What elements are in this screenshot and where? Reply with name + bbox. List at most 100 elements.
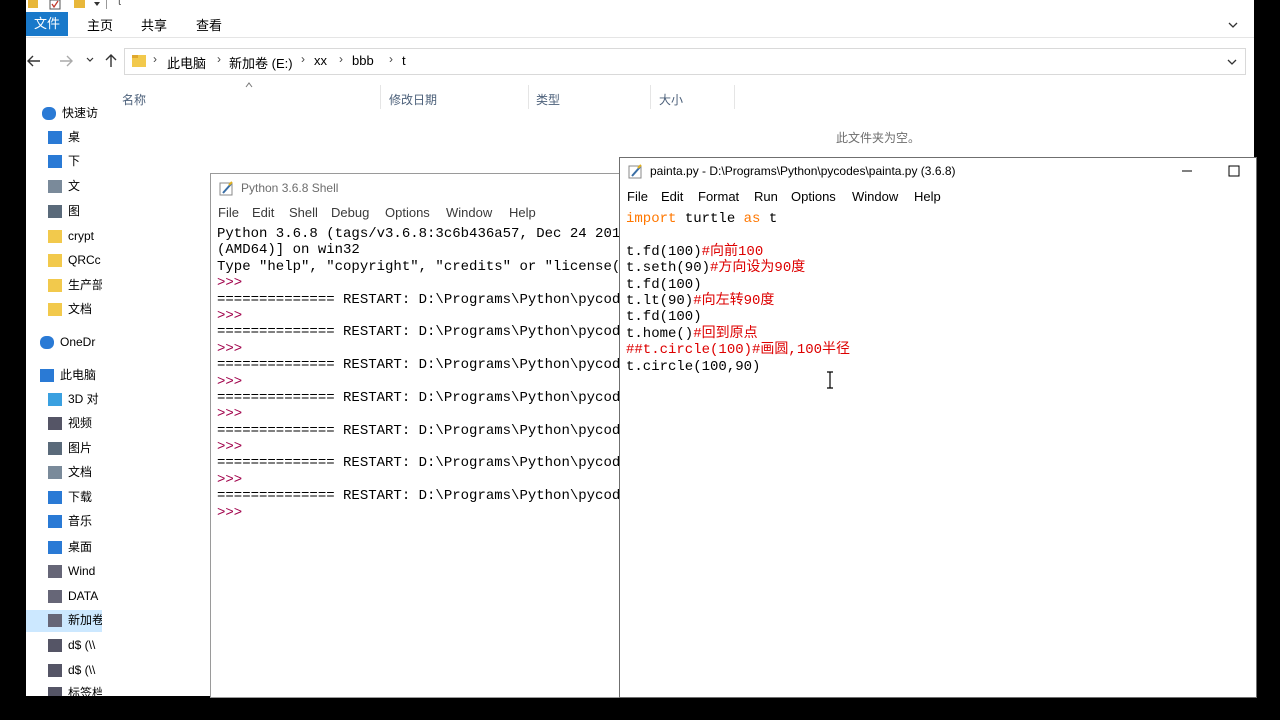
- network-drive-icon: [48, 664, 62, 678]
- minimize-icon[interactable]: [1180, 164, 1194, 178]
- nav-item[interactable]: d$ (\\: [48, 635, 102, 655]
- nav-item[interactable]: crypt: [48, 226, 102, 246]
- menu-run[interactable]: Run: [754, 189, 778, 204]
- back-arrow-icon[interactable]: [26, 53, 42, 69]
- editor-title-bar[interactable]: painta.py - D:\Programs\Python\pycodes\p…: [620, 158, 1256, 186]
- tab-file[interactable]: 文件: [26, 12, 69, 36]
- nav-item[interactable]: OneDr: [40, 332, 100, 352]
- nav-item[interactable]: 新加卷: [48, 610, 102, 630]
- shell-output-line: ============== RESTART: D:\Programs\Pyth…: [217, 488, 621, 505]
- nav-item-label: 桌: [68, 130, 81, 144]
- menu-file[interactable]: File: [218, 205, 239, 220]
- breadcrumb-t[interactable]: t: [402, 53, 406, 68]
- column-divider[interactable]: [528, 85, 529, 109]
- folder-icon: [48, 230, 62, 244]
- address-bar[interactable]: › 此电脑 › 新加卷 (E:) › xx › bbb › t: [124, 48, 1246, 75]
- nav-item[interactable]: 视频: [48, 413, 102, 433]
- nav-item[interactable]: 文档: [48, 462, 102, 482]
- tab-view[interactable]: 查看: [188, 15, 230, 37]
- nav-item[interactable]: 音乐: [48, 511, 102, 531]
- column-name[interactable]: 名称: [122, 91, 146, 108]
- menu-window[interactable]: Window: [852, 189, 898, 204]
- nav-item-label: 文档: [68, 302, 93, 316]
- menu-help[interactable]: Help: [509, 205, 536, 220]
- text-cursor-icon: [827, 371, 833, 389]
- shell-output-line: ============== RESTART: D:\Programs\Pyth…: [217, 357, 621, 374]
- nav-item[interactable]: 生产部: [48, 275, 102, 295]
- nav-item[interactable]: 快速访: [42, 103, 102, 123]
- column-divider[interactable]: [734, 85, 735, 109]
- address-row: › 此电脑 › 新加卷 (E:) › xx › bbb › t: [26, 44, 1254, 78]
- code-line: t.lt(90)#向左转90度: [626, 293, 1246, 309]
- nav-item[interactable]: d$ (\\: [48, 660, 102, 680]
- nav-item[interactable]: 3D 对: [48, 389, 102, 409]
- column-size[interactable]: 大小: [659, 91, 683, 108]
- menu-edit[interactable]: Edit: [252, 205, 274, 220]
- breadcrumb-bbb[interactable]: bbb: [352, 53, 374, 68]
- breadcrumb-xx[interactable]: xx: [314, 53, 327, 68]
- tab-home[interactable]: 主页: [79, 15, 121, 37]
- shell-output[interactable]: Python 3.6.8 (tags/v3.6.8:3c6b436a57, De…: [217, 226, 631, 521]
- nav-item[interactable]: 桌面: [48, 537, 102, 557]
- nav-item[interactable]: 下载: [48, 487, 102, 507]
- menu-format[interactable]: Format: [698, 189, 739, 204]
- column-divider[interactable]: [380, 85, 381, 109]
- window-title-fragment: t: [118, 0, 122, 8]
- nav-item[interactable]: 文: [48, 176, 102, 196]
- menu-edit[interactable]: Edit: [661, 189, 683, 204]
- nav-item[interactable]: 桌: [48, 127, 102, 147]
- nav-item[interactable]: 图片: [48, 438, 102, 458]
- menu-window[interactable]: Window: [446, 205, 492, 220]
- menu-options[interactable]: Options: [385, 205, 430, 220]
- quick-access-toolbar-icons[interactable]: [26, 0, 126, 12]
- breadcrumb-this-pc[interactable]: 此电脑: [167, 53, 206, 72]
- shell-menu-bar: File Edit Shell Debug Options Window Hel…: [211, 202, 631, 224]
- nav-item[interactable]: Wind: [48, 561, 102, 581]
- up-arrow-icon[interactable]: [103, 53, 119, 69]
- code-line: t.fd(100): [626, 309, 1246, 325]
- nav-item-label: crypt: [68, 229, 95, 243]
- nav-item-label: 生产部: [68, 278, 102, 292]
- address-dropdown-chevron-icon[interactable]: [1225, 55, 1239, 69]
- code-text: t.fd(100): [626, 276, 702, 293]
- maximize-icon[interactable]: [1227, 164, 1241, 178]
- column-date-modified[interactable]: 修改日期: [389, 91, 437, 108]
- code-editor[interactable]: import turtle as t t.fd(100)#向前100 t.seth(…: [626, 211, 1246, 375]
- shell-output-line: ============== RESTART: D:\Programs\Pyth…: [217, 422, 621, 439]
- code-line: import turtle as t: [626, 211, 1246, 227]
- shell-title-bar[interactable]: Python 3.6.8 Shell: [211, 174, 631, 202]
- download-icon: [48, 155, 62, 169]
- nav-item[interactable]: 文档: [48, 299, 102, 319]
- computer-icon: [40, 369, 54, 383]
- forward-arrow-icon[interactable]: [58, 53, 74, 69]
- editor-menu-bar: File Edit Format Run Options Window Help: [620, 186, 1256, 208]
- shell-title: Python 3.6.8 Shell: [241, 181, 339, 195]
- folder-icon: [132, 55, 146, 67]
- menu-file[interactable]: File: [627, 189, 648, 204]
- code-line: t.seth(90)#方向设为90度: [626, 260, 1246, 276]
- nav-item-label: OneDr: [60, 335, 96, 349]
- nav-item[interactable]: 图: [48, 201, 102, 221]
- cloud-icon: [40, 336, 54, 350]
- nav-item[interactable]: DATA: [48, 586, 102, 606]
- recent-locations-chevron-icon[interactable]: [85, 55, 95, 65]
- tab-share[interactable]: 共享: [133, 15, 175, 37]
- nav-item[interactable]: QRCc: [48, 250, 102, 270]
- nav-item[interactable]: 下: [48, 151, 102, 171]
- nav-item-label: d$ (\\: [68, 638, 96, 652]
- column-type[interactable]: 类型: [536, 91, 560, 108]
- column-divider[interactable]: [650, 85, 651, 109]
- shell-output-line: ============== RESTART: D:\Programs\Pyth…: [217, 455, 621, 472]
- menu-debug[interactable]: Debug: [331, 205, 369, 220]
- nav-item[interactable]: 标签档: [48, 683, 102, 696]
- breadcrumb-drive[interactable]: 新加卷 (E:): [229, 53, 293, 72]
- menu-shell[interactable]: Shell: [289, 205, 318, 220]
- menu-options[interactable]: Options: [791, 189, 836, 204]
- folder-icon: [48, 254, 62, 268]
- shell-prompt: >>>: [217, 406, 243, 423]
- chevron-down-icon[interactable]: [1226, 18, 1240, 32]
- nav-item-label: 文: [68, 179, 81, 193]
- menu-help[interactable]: Help: [914, 189, 941, 204]
- nav-item[interactable]: 此电脑: [40, 365, 100, 385]
- download-icon: [48, 491, 62, 505]
